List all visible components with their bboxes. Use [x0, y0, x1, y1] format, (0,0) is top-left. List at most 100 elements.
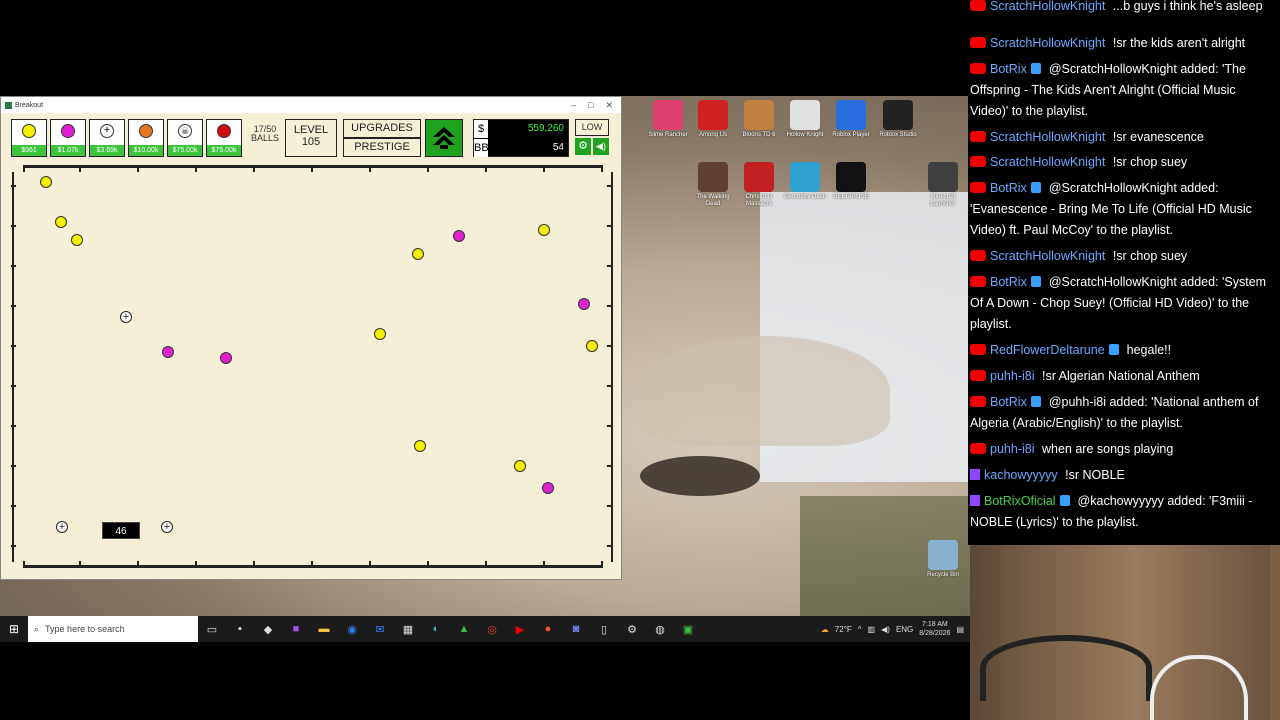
wall-tick	[607, 225, 612, 227]
app-icon-5[interactable]: ▲	[450, 623, 478, 635]
minecraft-icon	[928, 162, 958, 192]
desktop-shortcut[interactable]: The Walking Dead	[690, 162, 736, 208]
app-icon-3[interactable]: ■	[282, 623, 310, 635]
shop-ball-button[interactable]: ☠ $75.00k	[167, 119, 203, 157]
youtube-icon	[970, 344, 986, 355]
weather-temp[interactable]: 72°F	[835, 625, 852, 634]
window-titlebar[interactable]: Breakout – □ ✕	[1, 97, 621, 113]
yellow-ball	[55, 216, 67, 228]
wall-tick	[601, 167, 603, 172]
desktop-shortcut[interactable]: Geometry Dash	[782, 162, 828, 201]
youtube-icon[interactable]: ▶	[506, 623, 534, 636]
chat-username[interactable]: ScratchHollowKnight	[990, 249, 1105, 263]
desktop-shortcut-label: Christmas Massacre	[745, 194, 773, 207]
chat-username[interactable]: ScratchHollowKnight	[990, 0, 1105, 13]
lang-indicator[interactable]: ENG	[896, 625, 913, 634]
prestige-button[interactable]: PRESTIGE	[343, 138, 421, 157]
file-explorer-icon[interactable]: ▬	[310, 623, 338, 635]
chat-username[interactable]: ScratchHollowKnight	[990, 130, 1105, 144]
yellow-ball	[412, 248, 424, 260]
shop-ball-button[interactable]: + $3.69k	[89, 119, 125, 157]
shop-ball-button[interactable]: $75.00k	[206, 119, 242, 157]
level-up-button[interactable]	[425, 119, 463, 157]
close-button[interactable]: ✕	[605, 100, 613, 111]
desktop-shortcut[interactable]: Among Us	[690, 100, 736, 139]
speaker-icon[interactable]: ◀)	[593, 138, 609, 155]
discord-icon[interactable]: ◙	[562, 623, 590, 635]
minimize-button[interactable]: –	[571, 100, 576, 111]
desktop-shortcut[interactable]: Christmas Massacre	[736, 162, 782, 208]
shop-ball-button[interactable]: $1.07k	[50, 119, 86, 157]
chat-username[interactable]: BotRix	[990, 62, 1027, 76]
wall-tick	[607, 305, 612, 307]
app-icon-4[interactable]: ◉	[338, 623, 366, 636]
chat-username[interactable]: puhh-i8i	[990, 442, 1034, 456]
plus-ball: +	[56, 521, 68, 533]
file-icon[interactable]: ▯	[590, 623, 618, 636]
app-icon-2[interactable]: ◆	[254, 623, 282, 636]
chat-username[interactable]: ScratchHollowKnight	[990, 36, 1105, 50]
chat-username[interactable]: BotRixOficial	[984, 494, 1056, 508]
notification-icon[interactable]: ▤	[956, 625, 964, 634]
network-icon[interactable]: ▥	[868, 625, 876, 634]
plus-ball: +	[161, 521, 173, 533]
desktop-shortcut[interactable]: Slime Rancher	[645, 100, 691, 139]
desktop-shortcut[interactable]: Minecraft Launcher	[920, 162, 966, 208]
store-icon[interactable]: ▦	[394, 623, 422, 636]
chrome-icon[interactable]: ◎	[478, 623, 506, 636]
chat-username[interactable]: BotRix	[990, 275, 1027, 289]
chat-username[interactable]: BotRix	[990, 395, 1027, 409]
upgrades-button[interactable]: UPGRADES	[343, 119, 421, 138]
chat-username[interactable]: puhh-i8i	[990, 369, 1034, 383]
chat-message: puhh-i8i !sr Algerian National Anthem	[970, 366, 1276, 387]
chat-username[interactable]: BotRix	[990, 181, 1027, 195]
chevron-up-icon[interactable]: ^	[858, 625, 862, 634]
game-app-icon[interactable]: ▣	[674, 623, 702, 636]
play-field[interactable]: + + +46	[12, 172, 613, 562]
shop-ball-button[interactable]: $961	[11, 119, 47, 157]
desktop-shortcut[interactable]: Roblox Player	[828, 100, 874, 139]
chat-username[interactable]: ScratchHollowKnight	[990, 155, 1105, 169]
wall-tick	[11, 425, 16, 427]
shop-ball-button[interactable]: $10.00k	[128, 119, 164, 157]
obs-icon[interactable]: ◍	[646, 623, 674, 636]
gear-icon[interactable]: ⚙	[575, 138, 591, 155]
settings-icon[interactable]: ⚙	[618, 623, 646, 636]
wall-tick	[607, 265, 612, 267]
wall-tick	[607, 505, 612, 507]
shop-price: $10.00k	[129, 145, 163, 156]
volume-icon[interactable]: ◀)	[881, 625, 890, 634]
mail-icon[interactable]: ✉	[366, 623, 394, 636]
brick[interactable]: 46	[102, 522, 140, 539]
task-view-icon[interactable]: ▭	[198, 623, 226, 636]
wall-tick	[311, 167, 313, 172]
chat-username[interactable]: RedFlowerDeltarune	[990, 343, 1105, 357]
desktop-shortcut[interactable]: Bloons TD 6	[736, 100, 782, 139]
low-quality-button[interactable]: LOW	[575, 119, 609, 136]
desktop-shortcut[interactable]: DELTARUNE	[828, 162, 874, 201]
youtube-icon	[970, 443, 986, 454]
wallpaper-hat	[640, 336, 890, 446]
clock[interactable]: 7:18 AM 8/28/2026	[919, 620, 950, 638]
youtube-icon	[970, 250, 986, 261]
verified-badge-icon	[1030, 63, 1041, 74]
desktop-shortcut[interactable]: Hollow Knight	[782, 100, 828, 139]
wall-tick	[11, 265, 16, 267]
shop-price: $75.00k	[168, 145, 202, 156]
desktop-shortcut-label: Geometry Dash	[783, 194, 826, 200]
taskbar-search[interactable]: ⌕ Type here to search	[28, 616, 198, 642]
wall-tick	[11, 505, 16, 507]
app-icon-1[interactable]: ▪	[226, 623, 254, 635]
chat-username[interactable]: kachowyyyyy	[984, 468, 1058, 482]
bloons-icon	[744, 100, 774, 130]
maximize-button[interactable]: □	[588, 100, 593, 111]
windows-start-icon[interactable]: ⊞	[0, 622, 28, 636]
stream-chat: ScratchHollowKnight ...b guys i think he…	[968, 0, 1280, 545]
edge-icon[interactable]: ◐	[422, 623, 450, 635]
reddit-icon[interactable]: ●	[534, 623, 562, 635]
desktop-shortcut[interactable]: Recycle Bin	[920, 540, 966, 579]
chat-message: ScratchHollowKnight !sr evanescence	[970, 127, 1276, 148]
yellow-ball	[71, 234, 83, 246]
wall-tick	[11, 185, 16, 187]
desktop-shortcut[interactable]: Roblox Studio	[875, 100, 921, 139]
